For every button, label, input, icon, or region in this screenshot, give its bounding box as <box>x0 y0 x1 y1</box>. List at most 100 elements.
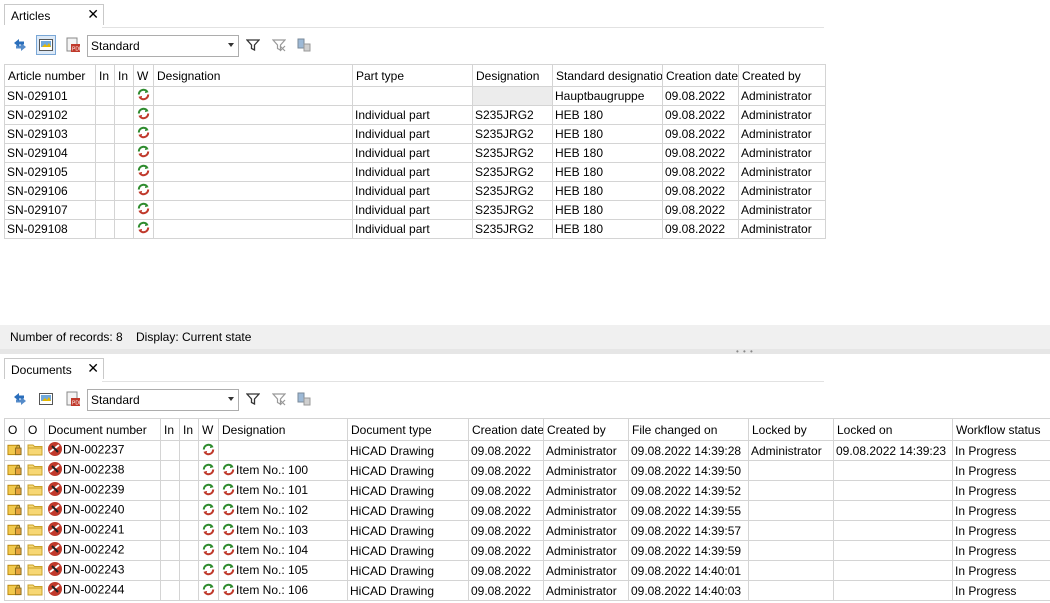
workflow-icon <box>201 462 216 480</box>
table-row[interactable]: DN-002238 Item No.: 100 HiCAD Drawing 09.08… <box>4 460 1050 481</box>
table-cell: S235JRG2 <box>472 105 553 125</box>
table-cell: Individual part <box>352 105 473 125</box>
table-cell: In Progress <box>952 480 1050 501</box>
column-header[interactable]: Designation <box>218 418 348 441</box>
column-header[interactable]: In <box>114 64 134 87</box>
column-header[interactable]: Standard designatio <box>552 64 663 87</box>
table-cell: HEB 180 <box>552 143 663 163</box>
view-select[interactable]: Standard <box>87 35 239 57</box>
hicad-icon <box>47 442 63 460</box>
svg-text:PDF: PDF <box>72 401 81 407</box>
table-cell: Administrator <box>543 480 629 501</box>
table-cell: SN-029104 <box>4 143 96 163</box>
table-cell <box>114 219 134 239</box>
column-header[interactable]: In <box>160 418 180 441</box>
table-row[interactable]: SN-029105 Individual part S235JRG2 HEB 180 0… <box>4 162 826 182</box>
column-header[interactable]: Locked on <box>833 418 953 441</box>
table-cell <box>352 86 473 106</box>
table-cell: Administrator <box>543 500 629 521</box>
clear-filter-icon[interactable] <box>269 389 289 409</box>
table-cell <box>160 540 180 561</box>
table-cell: Hauptbaugruppe <box>552 86 663 106</box>
filter-icon[interactable] <box>243 389 263 409</box>
table-cell: 09.08.2022 14:39:59 <box>628 540 749 561</box>
column-header[interactable]: Document number <box>44 418 161 441</box>
column-header[interactable]: W <box>133 64 154 87</box>
column-header[interactable]: O <box>4 418 25 441</box>
filter-icon[interactable] <box>243 35 263 55</box>
refresh-icon[interactable] <box>10 389 30 409</box>
column-header[interactable]: Creation date <box>662 64 739 87</box>
column-header[interactable]: File changed on <box>628 418 749 441</box>
column-header[interactable]: Creation date <box>468 418 544 441</box>
table-cell: Item No.: 101 <box>218 480 348 501</box>
column-settings-icon[interactable] <box>294 389 314 409</box>
workflow-icon <box>221 542 236 560</box>
designation: Item No.: 103 <box>236 522 309 537</box>
refresh-icon[interactable] <box>10 35 30 55</box>
column-header[interactable]: Locked by <box>748 418 834 441</box>
table-row[interactable]: DN-002244 Item No.: 106 HiCAD Drawing 09.08… <box>4 580 1050 601</box>
document-number: DN-002242 <box>63 542 125 557</box>
table-row[interactable]: SN-029106 Individual part S235JRG2 HEB 180 0… <box>4 181 826 201</box>
table-row[interactable]: SN-029103 Individual part S235JRG2 HEB 180 0… <box>4 124 826 144</box>
table-row[interactable]: SN-029102 Individual part S235JRG2 HEB 180 0… <box>4 105 826 125</box>
tab-articles[interactable]: Articles ✕ <box>4 4 104 25</box>
column-header[interactable]: Created by <box>543 418 629 441</box>
table-row[interactable]: SN-029107 Individual part S235JRG2 HEB 180 0… <box>4 200 826 220</box>
table-cell: 09.08.2022 14:39:57 <box>628 520 749 541</box>
clear-filter-icon[interactable] <box>269 35 289 55</box>
table-row[interactable]: DN-002242 Item No.: 104 HiCAD Drawing 09.08… <box>4 540 1050 561</box>
folder-icon <box>27 582 43 599</box>
table-cell: In Progress <box>952 440 1050 461</box>
table-row[interactable]: DN-002243 Item No.: 105 HiCAD Drawing 09.08… <box>4 560 1050 581</box>
table-row[interactable]: DN-002240 Item No.: 102 HiCAD Drawing 09.08… <box>4 500 1050 521</box>
column-header[interactable]: Part type <box>352 64 473 87</box>
designation: Item No.: 104 <box>236 542 309 557</box>
close-icon[interactable]: ✕ <box>87 361 99 375</box>
table-row[interactable]: DN-002239 Item No.: 101 HiCAD Drawing 09.08… <box>4 480 1050 501</box>
column-header[interactable]: W <box>198 418 219 441</box>
preview-icon[interactable] <box>36 389 56 409</box>
table-row[interactable]: DN-002237 HiCAD Drawing 09.08.2022 Administ… <box>4 440 1050 461</box>
tab-documents[interactable]: Documents ✕ <box>4 358 104 379</box>
folder-cell <box>24 580 45 601</box>
table-row[interactable]: SN-029108 Individual part S235JRG2 HEB 180 0… <box>4 219 826 239</box>
designation: Item No.: 102 <box>236 502 309 517</box>
lock-icon <box>7 522 22 539</box>
table-cell <box>833 480 953 501</box>
table-cell <box>95 181 115 201</box>
column-header[interactable]: Designation <box>153 64 353 87</box>
lock-cell <box>4 560 25 581</box>
folder-cell <box>24 540 45 561</box>
table-cell: S235JRG2 <box>472 219 553 239</box>
table-cell <box>153 162 353 182</box>
view-select[interactable]: Standard <box>87 389 239 411</box>
column-header[interactable]: Designation <box>472 64 553 87</box>
tab-divider <box>102 27 824 28</box>
pdf-icon[interactable]: PDF <box>63 389 83 409</box>
column-header[interactable]: Article number <box>4 64 96 87</box>
column-header[interactable]: In <box>95 64 115 87</box>
table-cell <box>160 520 180 541</box>
column-header[interactable]: O <box>24 418 45 441</box>
column-header[interactable]: Document type <box>347 418 469 441</box>
table-cell: 09.08.2022 14:39:28 <box>628 440 749 461</box>
preview-icon[interactable] <box>36 35 56 55</box>
table-cell: SN-029108 <box>4 219 96 239</box>
column-settings-icon[interactable] <box>294 35 314 55</box>
articles-toolbar: PDF Standard <box>0 35 1050 59</box>
table-cell: In Progress <box>952 500 1050 521</box>
table-row[interactable]: DN-002241 Item No.: 103 HiCAD Drawing 09.08… <box>4 520 1050 541</box>
column-header[interactable]: Created by <box>738 64 826 87</box>
table-cell: SN-029101 <box>4 86 96 106</box>
table-row[interactable]: SN-029104 Individual part S235JRG2 HEB 180 0… <box>4 143 826 163</box>
table-row[interactable]: SN-029101 Hauptbaugruppe 09.08.2022 Adminis… <box>4 86 826 106</box>
close-icon[interactable]: ✕ <box>87 7 99 21</box>
column-header[interactable]: Workflow status <box>952 418 1050 441</box>
pdf-icon[interactable]: PDF <box>63 35 83 55</box>
column-header[interactable]: In <box>179 418 199 441</box>
folder-icon <box>27 542 43 559</box>
table-cell <box>179 480 199 501</box>
hicad-icon <box>47 502 63 520</box>
